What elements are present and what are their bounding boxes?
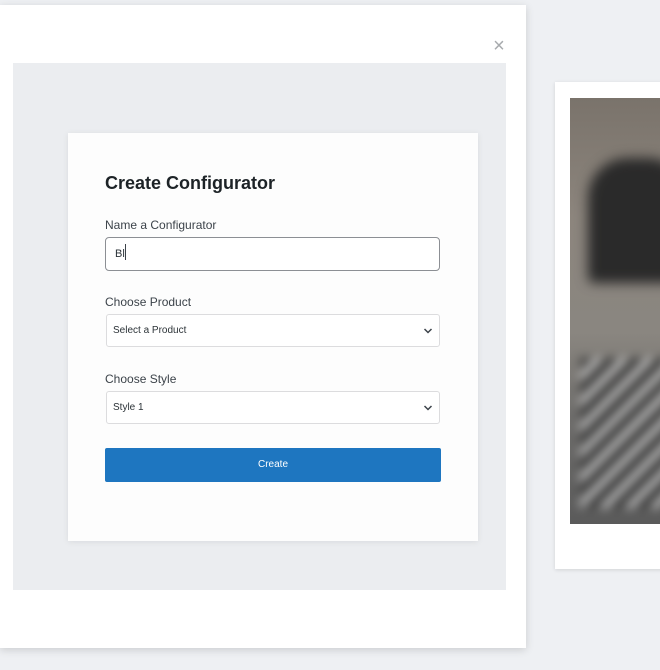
close-icon[interactable]: × xyxy=(488,35,510,57)
background-product-card xyxy=(555,82,660,569)
configurator-name-input[interactable]: Bl xyxy=(105,237,440,271)
text-cursor-icon xyxy=(125,244,126,260)
form-title: Create Configurator xyxy=(105,173,276,193)
name-field-label: Name a Configurator xyxy=(105,218,217,232)
product-select-value: Select a Product xyxy=(113,325,187,336)
create-configurator-form: Create Configurator Name a Configurator … xyxy=(68,133,478,541)
product-field-label: Choose Product xyxy=(105,295,192,309)
create-button[interactable]: Create xyxy=(105,448,441,482)
style-select-value: Style 1 xyxy=(113,402,144,413)
chevron-down-icon xyxy=(423,405,433,411)
configurator-name-value: Bl xyxy=(115,248,125,260)
style-field-label: Choose Style xyxy=(105,372,177,386)
style-select[interactable]: Style 1 xyxy=(106,391,440,424)
create-configurator-modal: × Create Configurator Name a Configurato… xyxy=(0,5,526,648)
product-image-object xyxy=(588,158,660,283)
product-image-texture xyxy=(580,358,660,508)
modal-content-area: Create Configurator Name a Configurator … xyxy=(13,63,506,590)
chevron-down-icon xyxy=(423,328,433,334)
product-select[interactable]: Select a Product xyxy=(106,314,440,347)
product-image xyxy=(570,98,660,524)
